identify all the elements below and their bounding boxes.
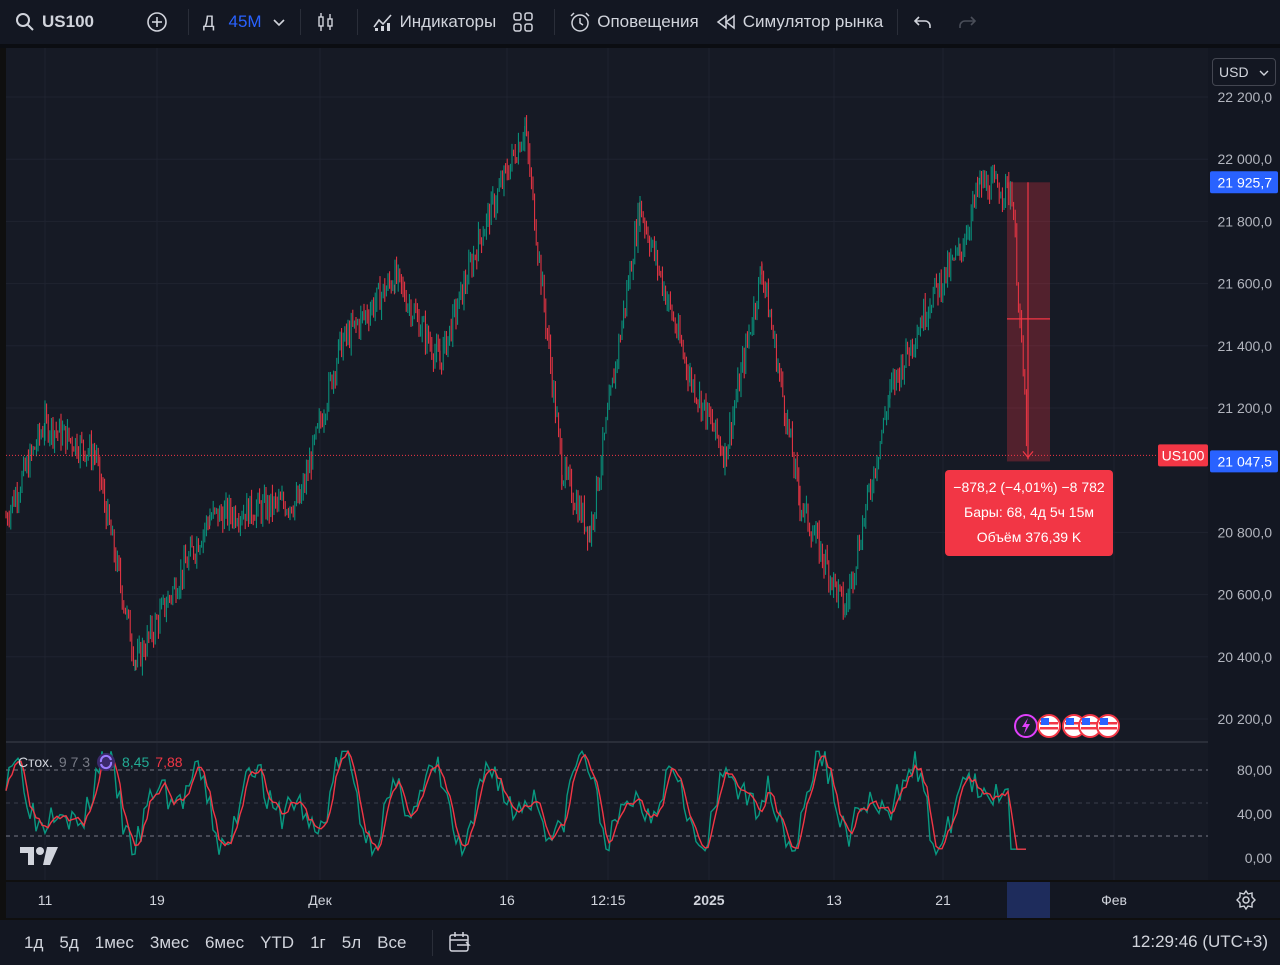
stoch-tick-label: 0,00 <box>1245 850 1272 866</box>
tradingview-logo-icon <box>20 847 58 865</box>
us-flag-event-icon[interactable] <box>1096 714 1120 738</box>
high-price-label: 21 925,7 <box>1218 174 1273 190</box>
range-button[interactable]: 6мес <box>197 933 252 953</box>
time-tick-label: 2025 <box>693 892 724 908</box>
us-flag-event-icon[interactable] <box>1037 714 1061 738</box>
time-range-highlight <box>1007 882 1050 918</box>
gear-icon[interactable] <box>1235 889 1257 911</box>
price-tick-label: 21 800,0 <box>1218 213 1273 229</box>
events-row[interactable] <box>1012 712 1124 740</box>
measure-tooltip: −878,2 (−4,01%) −8 782 Бары: 68, 4д 5ч 1… <box>945 470 1113 556</box>
bottom-toolbar: 1д 5д 1мес 3мес 6мес YTD 1г 5л Все 12:29:46 (UTC… <box>0 920 1280 965</box>
range-button[interactable]: 1мес <box>87 933 142 953</box>
measure-volume: Объём 376,39 K <box>976 529 1082 545</box>
separator <box>432 929 434 956</box>
currency-selector[interactable]: USD <box>1212 58 1276 86</box>
price-tick-label: 22 000,0 <box>1218 151 1273 167</box>
chart-svg: 22 200,0 22 000,0 21 800,0 21 600,0 21 400,0… <box>5 48 1278 918</box>
price-tick-label: 22 200,0 <box>1218 89 1273 105</box>
price-tick-label: 20 600,0 <box>1218 587 1273 603</box>
clock[interactable]: 12:29:46 (UTC+3) <box>1131 932 1268 952</box>
time-tick-label: Дек <box>308 892 332 908</box>
lightning-event-icon[interactable] <box>1014 714 1038 738</box>
range-button[interactable]: YTD <box>252 933 302 953</box>
price-tick-label: 21 200,0 <box>1218 400 1273 416</box>
stoch-tick-label: 80,00 <box>1237 762 1272 778</box>
time-tick-label: 11 <box>38 892 53 908</box>
range-button[interactable]: 5л <box>334 933 369 953</box>
stochastic-name: Стох. <box>18 754 53 770</box>
range-button[interactable]: Все <box>369 933 414 953</box>
price-tick-label: 21 400,0 <box>1218 338 1273 354</box>
time-tick-label: 12:15 <box>590 892 625 908</box>
range-button[interactable]: 1д <box>16 933 51 953</box>
price-tick-label: 21 600,0 <box>1218 276 1273 292</box>
price-tick-label: 20 200,0 <box>1218 711 1273 727</box>
stochastic-legend[interactable]: Стох. 9 7 3 8,45 7,88 <box>18 752 183 772</box>
price-tick-label: 20 800,0 <box>1218 524 1273 540</box>
chevron-down-icon <box>1259 70 1269 76</box>
goto-date-icon[interactable] <box>447 930 473 956</box>
time-tick-label: 16 <box>499 892 515 908</box>
symbol-tag: US100 <box>1162 447 1205 463</box>
stoch-tick-label: 40,00 <box>1237 806 1272 822</box>
price-tick-label: 20 400,0 <box>1218 649 1273 665</box>
loading-icon <box>97 753 116 771</box>
time-tick-label: 13 <box>826 892 842 908</box>
range-button[interactable]: 5д <box>51 933 86 953</box>
stochastic-params: 9 7 3 <box>58 754 91 770</box>
time-tick-label: Фев <box>1101 892 1127 908</box>
time-tick-label: 21 <box>935 892 951 908</box>
range-button[interactable]: 3мес <box>142 933 197 953</box>
date-range-buttons: 1д 5д 1мес 3мес 6мес YTD 1г 5л Все <box>16 933 414 953</box>
measure-change: −878,2 (−4,01%) −8 782 <box>953 479 1105 495</box>
current-price-label: 21 047,5 <box>1218 453 1273 469</box>
time-tick-label: 19 <box>149 892 165 908</box>
stochastic-k-value: 8,45 <box>122 754 150 770</box>
range-button[interactable]: 1г <box>302 933 334 953</box>
currency-label: USD <box>1219 64 1249 80</box>
measure-bars: Бары: 68, 4д 5ч 15м <box>964 504 1094 520</box>
stochastic-d-value: 7,88 <box>155 754 183 770</box>
